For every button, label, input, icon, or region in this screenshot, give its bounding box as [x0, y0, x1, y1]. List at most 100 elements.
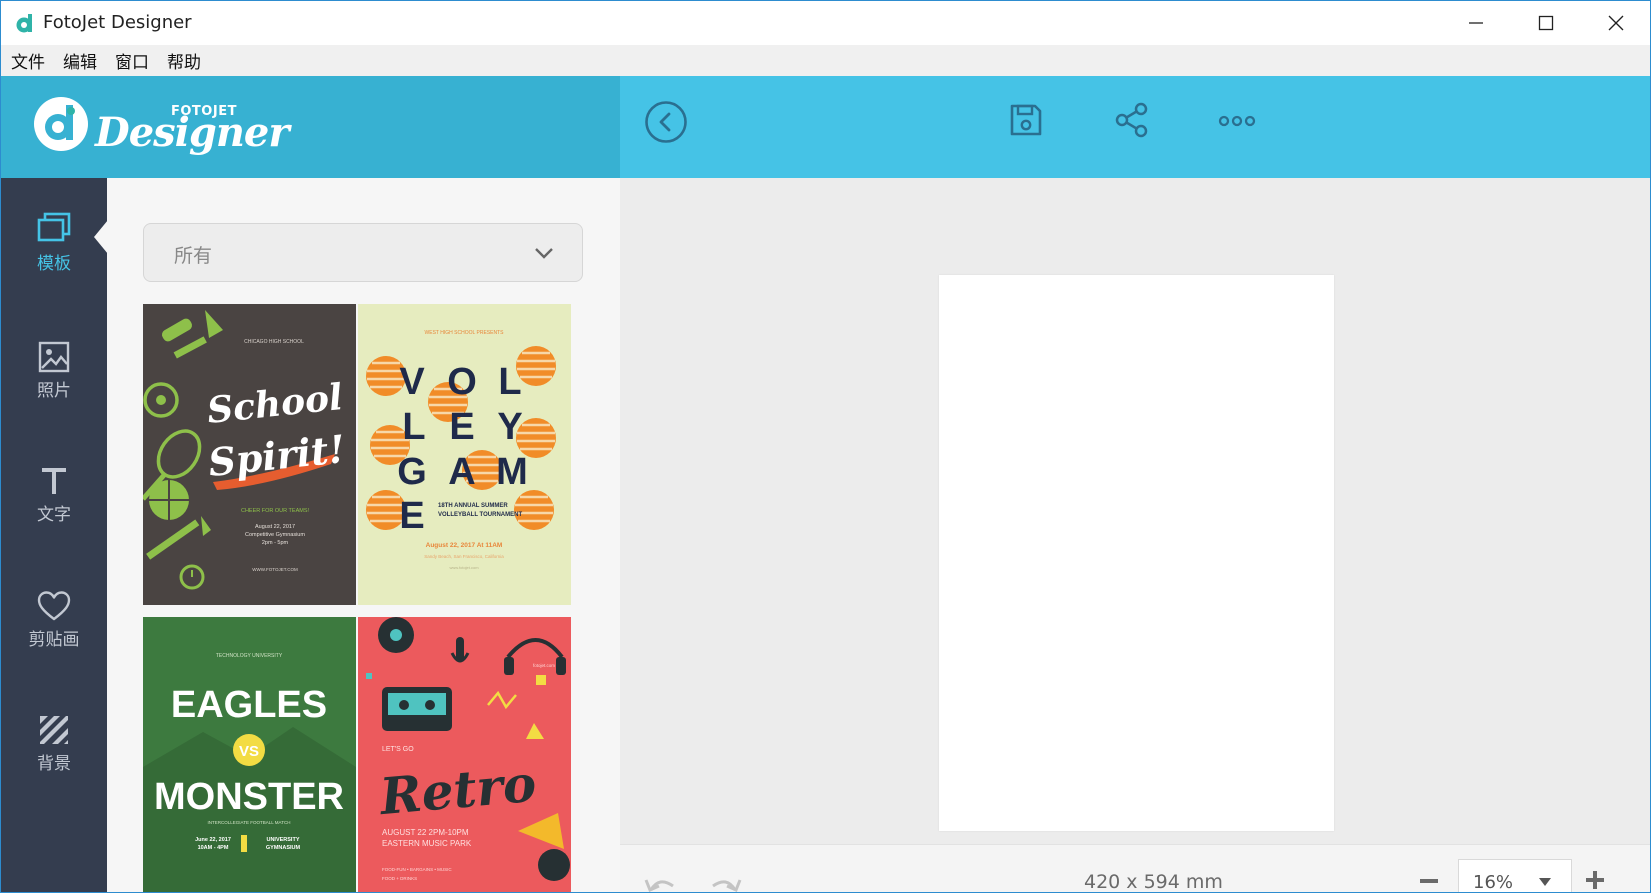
retro-extra1: FOOD-FUN • BARGAINS • MUSIC: [382, 867, 452, 872]
minimize-icon: [1469, 22, 1483, 24]
chevron-down-icon: [535, 248, 553, 259]
side-rail: 模板 照片 文字 剪贴画 背景: [1, 178, 108, 892]
volley-letter-e1: E: [449, 406, 474, 448]
page-size-label: 420 x 594 mm: [1084, 871, 1223, 893]
school-line1: School: [205, 376, 344, 432]
rail-label-clipart: 剪贴画: [28, 630, 80, 650]
volley-date: August 22, 2017 At 11AM: [426, 542, 503, 549]
retro-date: AUGUST 22 2PM-10PM: [382, 828, 469, 837]
template-retro-music[interactable]: fotojet.com LET'S GO Retro AUGUST 22 2PM…: [358, 617, 571, 892]
rail-item-text[interactable]: 文字: [1, 465, 107, 555]
template-volleyball-game[interactable]: WEST HIGH SCHOOL PRESENTS V O L L E Y G: [358, 304, 571, 605]
retro-place: EASTERN MUSIC PARK: [382, 839, 472, 848]
save-icon: [1010, 104, 1042, 136]
school-line2: Spirit!: [206, 426, 347, 485]
app-window: FotoJet Designer 文件 编辑 窗口 帮助 FOTOJET Des…: [0, 0, 1651, 893]
zoom-in-button[interactable]: [1582, 867, 1608, 892]
close-icon: [1608, 15, 1624, 31]
rail-item-background[interactable]: 背景: [1, 714, 107, 804]
text-icon: [42, 468, 66, 494]
template-school-spirit[interactable]: CHICAGO HIGH SCHOOL School Spirit! CHEER…: [143, 304, 356, 605]
eagles-team2: MONSTER: [154, 776, 344, 818]
retro-extra2: FOOD + DRINKS: [382, 876, 417, 881]
window-title: FotoJet Designer: [43, 12, 192, 33]
zoom-out-button[interactable]: [1416, 871, 1442, 891]
maximize-icon: [1538, 15, 1554, 31]
school-date: August 22, 2017: [255, 524, 295, 530]
rail-item-photos[interactable]: 照片: [1, 341, 107, 431]
school-url: WWW.FOTOJET.COM: [252, 567, 298, 572]
volleyball-artwork: WEST HIGH SCHOOL PRESENTS V O L L E Y G: [364, 330, 558, 570]
canvas-area: [620, 178, 1650, 844]
school-tag: CHEER FOR OUR TEAMS!: [241, 508, 310, 514]
minus-icon: [1420, 879, 1438, 883]
save-button[interactable]: [1006, 100, 1046, 140]
zoom-value: 16%: [1473, 872, 1514, 893]
rail-item-templates[interactable]: 模板: [1, 212, 107, 302]
rail-label-templates: 模板: [37, 254, 71, 274]
retro-title: Retro: [376, 754, 539, 827]
close-button[interactable]: [1581, 1, 1650, 45]
school-spirit-artwork: CHICAGO HIGH SCHOOL School Spirit! CHEER…: [143, 310, 347, 590]
caret-down-icon: [1539, 878, 1551, 886]
title-bar: FotoJet Designer: [1, 1, 1650, 45]
category-dropdown[interactable]: 所有: [143, 223, 583, 282]
menu-edit[interactable]: 编辑: [63, 48, 97, 73]
more-dots-icon: [1218, 115, 1256, 127]
eagles-team1: EAGLES: [171, 684, 327, 726]
category-selected: 所有: [174, 245, 213, 267]
volley-letter-v: V: [399, 361, 425, 403]
share-icon: [1115, 102, 1148, 138]
more-button[interactable]: [1214, 106, 1260, 136]
rail-item-clipart[interactable]: 剪贴画: [1, 590, 107, 680]
logo-header: FOTOJET Designer: [1, 76, 620, 178]
volley-letter-a: A: [448, 451, 475, 493]
undo-button[interactable]: [642, 871, 678, 892]
zoom-select[interactable]: 16%: [1458, 859, 1572, 893]
template-eagles-vs-monster[interactable]: TECHNOLOGY UNIVERSITY EAGLES VS MONSTER …: [143, 617, 356, 892]
rail-label-background: 背景: [37, 754, 71, 774]
volley-letter-m: M: [496, 451, 528, 493]
redo-button[interactable]: [708, 871, 744, 892]
volley-letter-g: G: [397, 451, 427, 493]
share-button[interactable]: [1110, 100, 1154, 140]
fotojet-logo-icon: [34, 97, 88, 151]
plus-icon: [1586, 871, 1604, 889]
undo-icon: [644, 879, 674, 892]
background-stripes-icon: [40, 716, 68, 744]
volley-letter-y: Y: [497, 406, 522, 448]
volley-letter-l1: L: [498, 361, 521, 403]
menu-help[interactable]: 帮助: [167, 48, 201, 73]
eagles-top-text: TECHNOLOGY UNIVERSITY: [216, 653, 283, 659]
design-page[interactable]: [939, 275, 1334, 831]
eagles-time: 10AM - 4PM: [198, 845, 229, 851]
volley-place: Sandy Beach, San Francisco, California: [424, 554, 504, 559]
rail-label-text: 文字: [37, 505, 71, 525]
active-indicator: [94, 220, 108, 254]
school-place: Competitive Gymnasium: [245, 532, 305, 538]
eagles-match: INTERCOLLEGIATE FOOTBALL MATCH: [208, 820, 291, 825]
volley-letter-o: O: [447, 361, 477, 403]
eagles-vs: VS: [239, 743, 259, 760]
rail-label-photos: 照片: [37, 381, 71, 401]
minimize-button[interactable]: [1441, 1, 1511, 45]
back-chevron-icon: [645, 101, 687, 143]
eagles-venue2: GYMNASIUM: [266, 845, 301, 851]
eagles-artwork: TECHNOLOGY UNIVERSITY EAGLES VS MONSTER …: [143, 653, 356, 892]
menu-bar: 文件 编辑 窗口 帮助: [1, 45, 1650, 76]
volley-letter-l2: L: [402, 406, 425, 448]
photo-icon: [38, 341, 70, 373]
retro-artwork: fotojet.com LET'S GO Retro AUGUST 22 2PM…: [366, 617, 570, 881]
menu-window[interactable]: 窗口: [115, 48, 149, 73]
eagles-date: June 22, 2017: [195, 837, 231, 843]
redo-icon: [712, 879, 742, 892]
maximize-button[interactable]: [1511, 1, 1581, 45]
back-button[interactable]: [644, 100, 688, 144]
menu-file[interactable]: 文件: [11, 48, 45, 73]
eagles-venue1: UNIVERSITY: [266, 837, 299, 843]
template-icon: [37, 212, 71, 242]
volley-letter-e2: E: [399, 495, 424, 537]
school-top-text: CHICAGO HIGH SCHOOL: [244, 339, 304, 345]
top-toolbar: [620, 76, 1650, 178]
volley-top-text: WEST HIGH SCHOOL PRESENTS: [425, 330, 505, 336]
